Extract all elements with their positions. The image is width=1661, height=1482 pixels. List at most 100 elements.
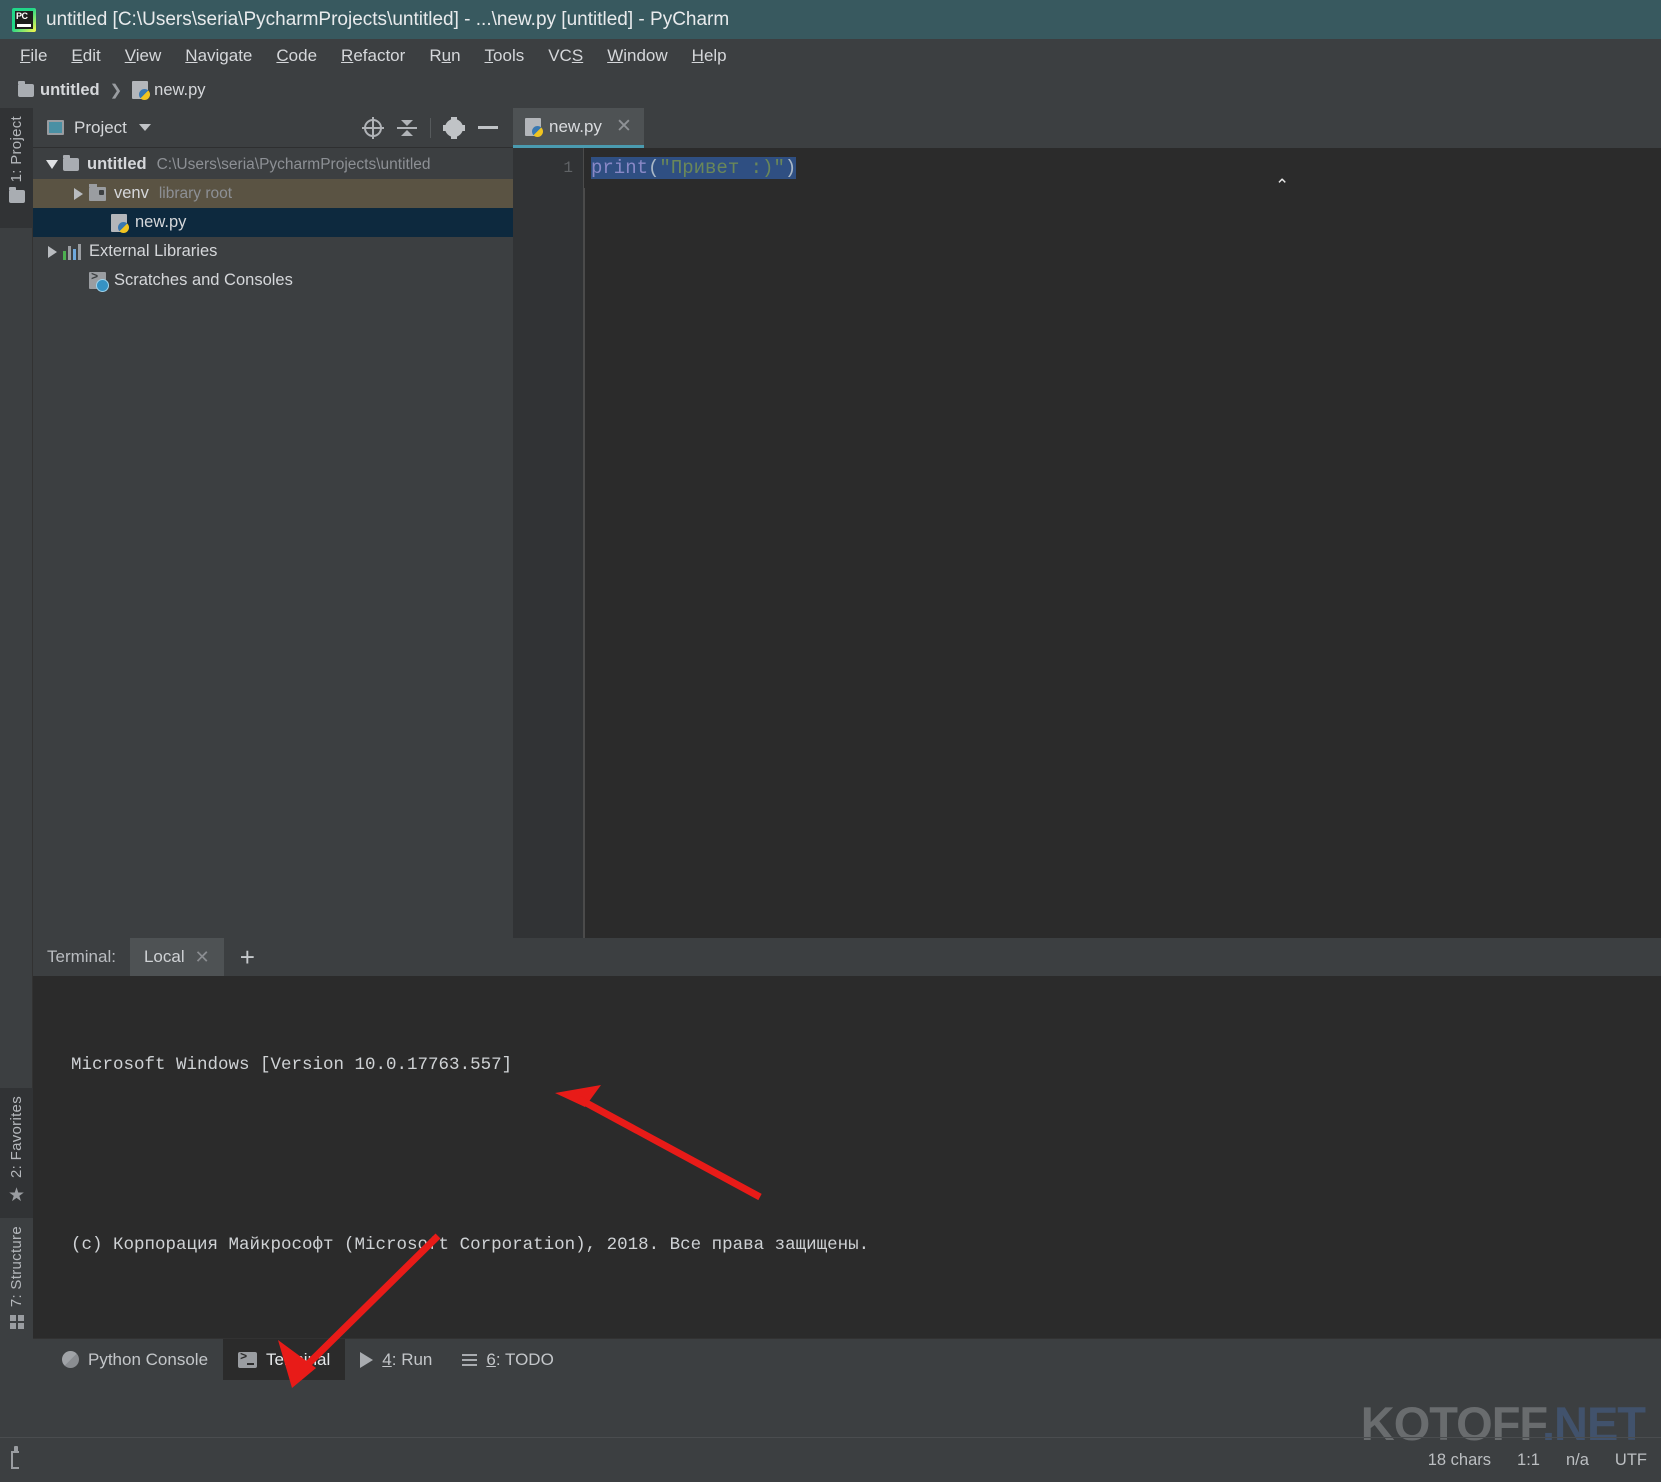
window-title-text: untitled [C:\Users\seria\PycharmProjects… [46, 9, 729, 31]
project-panel-header: Project [33, 108, 513, 148]
target-icon [364, 119, 382, 137]
window-title-bar: PC untitled [C:\Users\seria\PycharmProje… [0, 0, 1661, 39]
project-panel-title: Project [74, 118, 127, 138]
encoding[interactable]: UTF [1615, 1451, 1647, 1470]
tree-label-venv: venv [114, 184, 149, 203]
line-number-gutter: 1 [513, 148, 584, 938]
menu-item-edit[interactable]: Edit [59, 43, 112, 69]
terminal-output[interactable]: Microsoft Windows [Version 10.0.17763.55… [33, 976, 1661, 1338]
menu-item-vcs[interactable]: VCS [536, 43, 595, 69]
settings-button[interactable] [437, 113, 471, 143]
locate-button[interactable] [356, 113, 390, 143]
star-icon: ★ [8, 1186, 25, 1205]
todo-icon [462, 1354, 477, 1366]
code-canvas[interactable]: 1 print("Привет :)") ⌃ [513, 148, 1661, 938]
pycharm-logo-icon: PC [12, 8, 36, 32]
tree-row-external-libraries[interactable]: External Libraries [33, 237, 513, 266]
menu-item-navigate[interactable]: Navigate [173, 43, 264, 69]
editor-tab-bar: new.py ✕ [513, 108, 1661, 148]
tree-row-new-py[interactable]: new.py [33, 208, 513, 237]
caret-position[interactable]: 1:1 [1517, 1451, 1540, 1470]
tab-new-py[interactable]: new.py ✕ [513, 108, 644, 148]
sidebar-item-structure[interactable]: 7: Structure [0, 1218, 33, 1348]
close-icon[interactable]: ✕ [195, 947, 210, 968]
folder-icon [9, 190, 25, 203]
tree-hint-untitled: C:\Users\seria\PycharmProjects\untitled [157, 156, 431, 174]
tree-label-untitled: untitled [87, 155, 147, 174]
python-file-icon [111, 214, 127, 232]
bottom-label-python-console: Python Console [88, 1350, 208, 1370]
plus-icon[interactable]: + [224, 938, 271, 976]
tab-label-new-py: new.py [549, 117, 602, 137]
menu-item-help[interactable]: Help [680, 43, 739, 69]
bottom-label-run: 4: Run [382, 1350, 432, 1370]
scratches-icon [89, 272, 106, 289]
python-console-icon [62, 1351, 79, 1368]
code-token-function: print [591, 157, 648, 179]
bottom-button-todo[interactable]: 6: TODO [447, 1339, 568, 1380]
status-bar: KOTOFF.NET 18 chars 1:1 n/a UTF [0, 1380, 1661, 1482]
folder-icon [18, 84, 34, 97]
project-tool-window: Project untitled C:\Users\seria\PycharmP… [33, 108, 513, 938]
bottom-label-terminal: Terminal [266, 1350, 330, 1370]
editor-area: new.py ✕ 1 print("Привет :)") ⌃ [513, 108, 1661, 938]
breadcrumb: untitled ❯ new.py [0, 72, 1661, 108]
breadcrumb-label-file: new.py [154, 81, 205, 100]
libraries-icon [63, 243, 81, 260]
menu-item-run[interactable]: Run [417, 43, 472, 69]
mouse-cursor-glyph: ⌃ [1275, 176, 1289, 197]
bottom-button-python-console[interactable]: Python Console [47, 1339, 223, 1380]
terminal-tab-label-local: Local [144, 947, 185, 967]
gear-icon [445, 119, 463, 137]
menu-item-file[interactable]: File [8, 43, 59, 69]
code-token-open-paren: ( [648, 157, 659, 179]
chevron-down-icon[interactable] [139, 124, 151, 131]
breadcrumb-item-project[interactable]: untitled [14, 79, 104, 102]
breadcrumb-label-project: untitled [40, 81, 100, 100]
terminal-tab-local[interactable]: Local ✕ [130, 938, 224, 976]
sidebar-item-project[interactable]: 1: Project [0, 108, 33, 228]
terminal-line-2: (c) Корпорация Майкрософт (Microsoft Cor… [71, 1230, 1661, 1260]
terminal-line-1 [71, 1140, 1661, 1170]
menu-item-refactor[interactable]: Refactor [329, 43, 417, 69]
tree-row-untitled[interactable]: untitled C:\Users\seria\PycharmProjects\… [33, 150, 513, 179]
menu-item-tools[interactable]: Tools [473, 43, 537, 69]
status-line: 18 chars 1:1 n/a UTF [0, 1437, 1661, 1482]
minus-icon [478, 126, 498, 129]
bottom-label-todo: 6: TODO [486, 1350, 553, 1370]
code-token-close-paren: ) [785, 157, 796, 179]
bottom-tool-bar: Python Console Terminal 4: Run 6: TODO [33, 1338, 1661, 1380]
terminal-line-0: Microsoft Windows [Version 10.0.17763.55… [71, 1050, 1661, 1080]
hide-button[interactable] [471, 113, 505, 143]
expander-collapsed-icon[interactable] [41, 246, 63, 258]
line-number-1: 1 [513, 148, 583, 183]
tree-hint-venv: library root [159, 185, 232, 203]
tree-row-scratches[interactable]: Scratches and Consoles [33, 266, 513, 295]
tree-row-venv[interactable]: venv library root [33, 179, 513, 208]
breadcrumb-item-file[interactable]: new.py [128, 79, 209, 102]
bottom-button-run[interactable]: 4: Run [345, 1339, 447, 1380]
window-icon [47, 120, 64, 135]
menu-label-file: ile [30, 46, 47, 65]
close-icon[interactable]: ✕ [616, 115, 632, 138]
status-badge: 18 chars [1428, 1451, 1491, 1470]
run-icon [360, 1352, 373, 1368]
sidebar-item-structure-label: 7: Structure [8, 1226, 25, 1307]
menu-item-view[interactable]: View [113, 43, 174, 69]
sidebar-item-project-label: 1: Project [8, 116, 25, 182]
collapse-all-button[interactable] [390, 113, 424, 143]
code-line-1[interactable]: print("Привет :)") [591, 153, 796, 183]
terminal-icon [238, 1352, 257, 1368]
terminal-panel-label: Terminal: [33, 938, 130, 976]
sidebar-item-favorites[interactable]: 2: Favorites ★ [0, 1088, 33, 1218]
breadcrumb-separator: ❯ [110, 81, 123, 99]
menu-item-code[interactable]: Code [264, 43, 329, 69]
line-separator[interactable]: n/a [1566, 1451, 1589, 1470]
expander-collapsed-icon[interactable] [67, 188, 89, 200]
python-file-icon [132, 81, 148, 99]
tree-label-scratches: Scratches and Consoles [114, 271, 293, 290]
bottom-button-terminal[interactable]: Terminal [223, 1339, 345, 1380]
expander-expanded-icon[interactable] [41, 160, 63, 169]
project-tree: untitled C:\Users\seria\PycharmProjects\… [33, 148, 513, 295]
menu-item-window[interactable]: Window [595, 43, 679, 69]
